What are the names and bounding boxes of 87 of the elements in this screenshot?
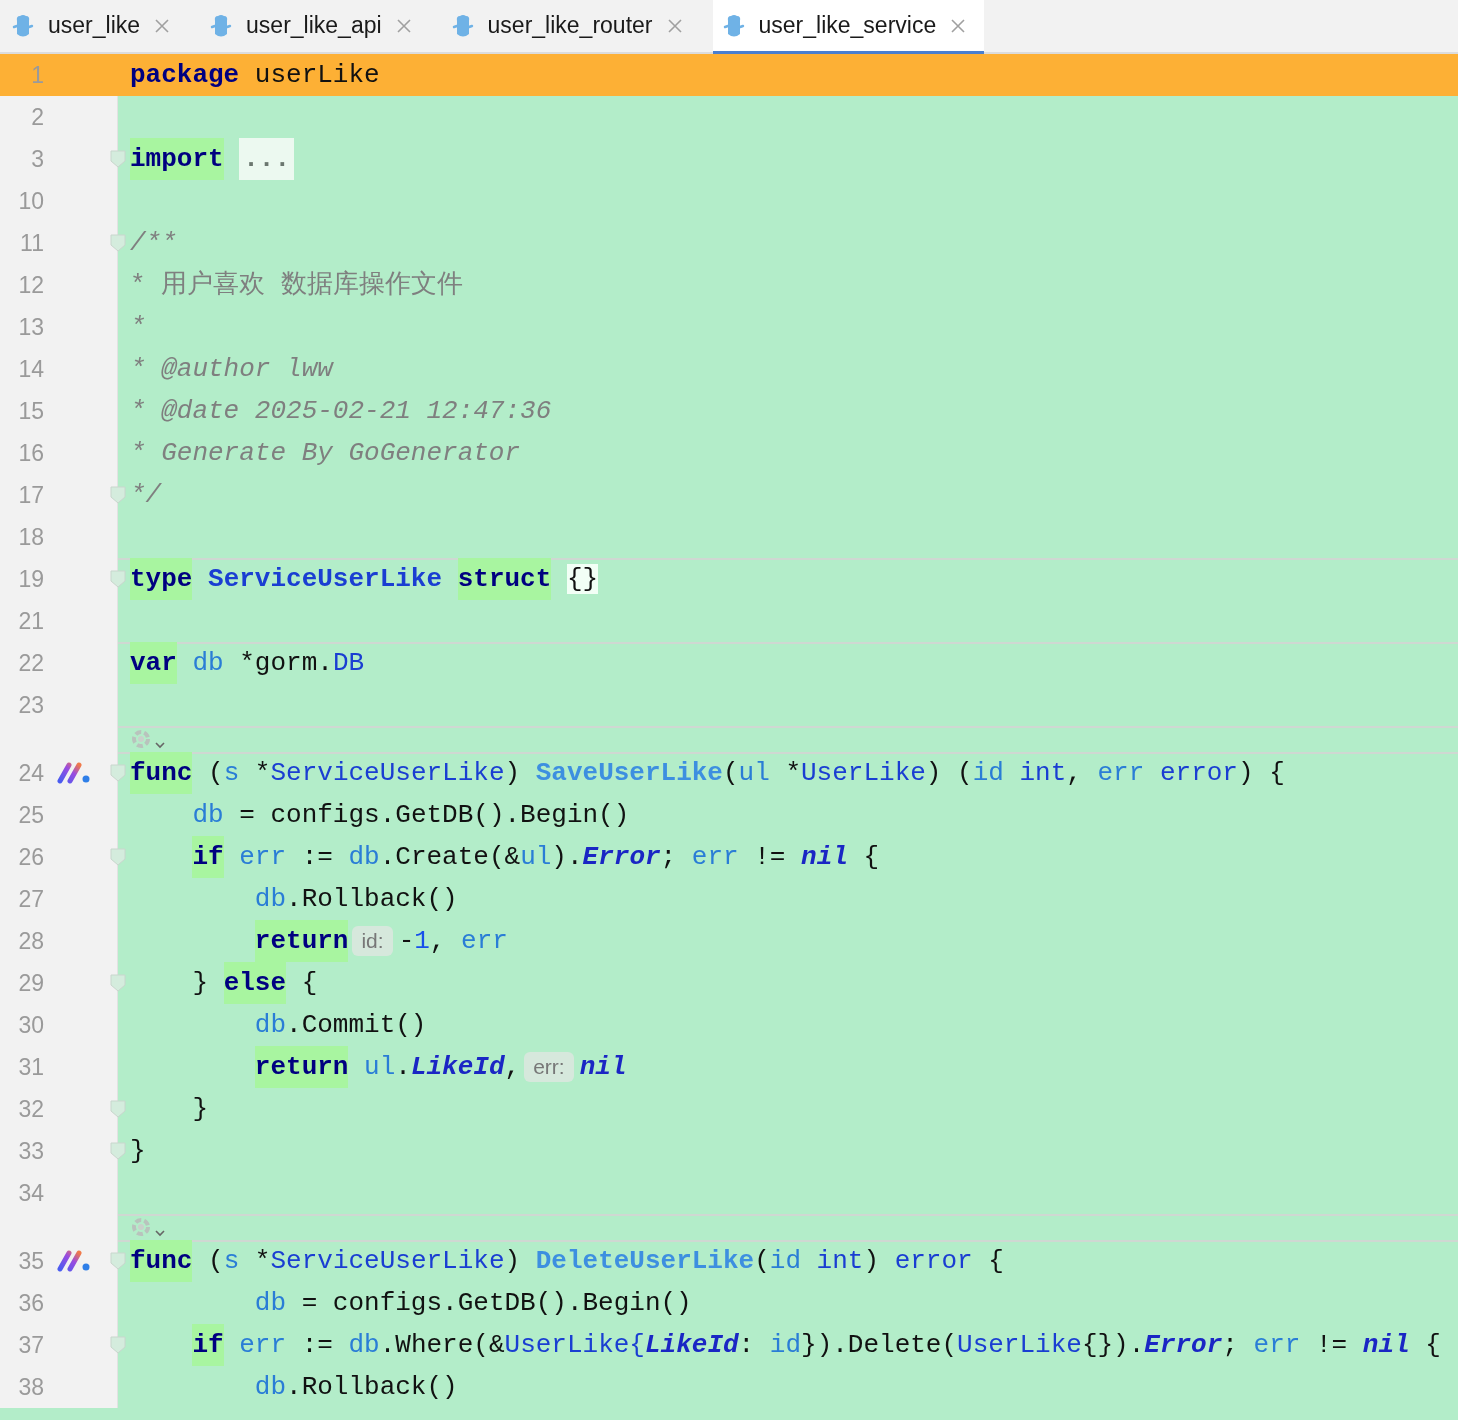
line-number: 36 — [17, 1289, 44, 1317]
line-number: 35 — [17, 1247, 44, 1275]
line-number: 3 — [30, 145, 44, 173]
fold-marker-icon[interactable] — [110, 1252, 126, 1270]
close-icon[interactable] — [950, 17, 967, 34]
line-number: 37 — [17, 1331, 44, 1359]
line-number: 15 — [17, 397, 44, 425]
code-text: */ — [130, 479, 162, 512]
line-number: 26 — [17, 843, 44, 871]
code-text: if err := db.Where(&UserLike{LikeId: id}).Delete(UserLike{}).Error; err != nil { — [192, 1324, 1441, 1366]
line-number: 23 — [17, 691, 44, 719]
code-text: var db *gorm.DB — [130, 642, 365, 684]
fold-marker-icon[interactable] — [110, 486, 126, 504]
line-number: 17 — [17, 481, 44, 509]
line-number: 18 — [17, 523, 44, 551]
chevron-down-icon[interactable] — [154, 740, 166, 750]
code-text: func (s *ServiceUserLike) SaveUserLike(ul *UserLike) (id int, err error) { — [130, 752, 1285, 794]
line-number: 21 — [17, 607, 44, 635]
code-text: db.Commit() — [254, 1009, 427, 1042]
fold-marker-icon[interactable] — [110, 1142, 126, 1160]
line-number: 38 — [17, 1373, 44, 1401]
chevron-down-icon[interactable] — [154, 1228, 166, 1238]
line-number: 1 — [30, 61, 44, 89]
code-text: } else { — [192, 962, 318, 1004]
line-number: 16 — [17, 439, 44, 467]
line-number: 34 — [17, 1179, 44, 1207]
tab[interactable]: user_like_api — [200, 0, 430, 54]
tab[interactable]: user_like_router — [441, 0, 701, 54]
inlay-hint: err: — [524, 1052, 574, 1082]
line-number: 30 — [17, 1011, 44, 1039]
code-text: db = configs.GetDB().Begin() — [254, 1287, 692, 1320]
line-number: 24 — [17, 759, 44, 787]
fold-marker-icon[interactable] — [110, 1100, 126, 1118]
file-type-icon — [12, 12, 34, 39]
line-number: 32 — [17, 1095, 44, 1123]
code-text: /** — [130, 227, 177, 260]
code-text: type ServiceUserLike struct {} — [130, 558, 599, 600]
line-number: 25 — [17, 801, 44, 829]
close-icon[interactable] — [395, 17, 412, 34]
line-number: 22 — [17, 649, 44, 677]
line-number: 10 — [17, 187, 44, 215]
code-text: * 用户喜欢 数据库操作文件 — [130, 269, 463, 302]
code-text: nil — [579, 1051, 627, 1084]
fold-marker-icon[interactable] — [110, 570, 126, 588]
code-text: db.Rollback() — [254, 1371, 458, 1404]
code-text: -1, err — [398, 925, 508, 958]
code-text: return ul.LikeId, — [254, 1046, 521, 1088]
fold-marker-icon[interactable] — [110, 1336, 126, 1354]
line-number: 19 — [17, 565, 44, 593]
line-number: 12 — [17, 271, 44, 299]
file-type-icon — [451, 12, 474, 39]
fold-marker-icon[interactable] — [110, 234, 126, 252]
code-text: return — [254, 920, 349, 962]
code-text: func (s *ServiceUserLike) DeleteUserLike(id int) error { — [130, 1240, 1004, 1282]
close-icon[interactable] — [154, 17, 171, 34]
line-number: 13 — [17, 313, 44, 341]
code-text: * @date 2025-02-21 12:47:36 — [130, 395, 552, 428]
tab[interactable]: user_like_service — [712, 0, 985, 54]
file-type-icon — [210, 12, 233, 39]
file-type-icon — [722, 12, 745, 39]
code-text: package userLike — [130, 59, 380, 92]
line-number: 11 — [19, 229, 44, 257]
fold-marker-icon[interactable] — [110, 764, 126, 782]
folded-code[interactable]: ... — [239, 138, 295, 180]
slanted-bars-icon[interactable] — [57, 1248, 91, 1274]
line-number: 29 — [17, 969, 44, 997]
line-number: 28 — [17, 927, 44, 955]
inlay-hint: id: — [352, 926, 393, 956]
fold-marker-icon[interactable] — [110, 974, 126, 992]
close-icon[interactable] — [666, 17, 683, 34]
tab[interactable]: user_like — [2, 0, 189, 54]
code-text: * @author lww — [130, 353, 333, 386]
code-text: * — [130, 311, 146, 344]
line-number: 2 — [30, 103, 44, 131]
code-text: if err := db.Create(&ul).Error; err != nil { — [192, 836, 880, 878]
code-text: db.Rollback() — [254, 883, 458, 916]
code-text: } — [192, 1093, 209, 1126]
slanted-bars-icon[interactable] — [57, 760, 91, 786]
line-number: 33 — [17, 1137, 44, 1165]
line-number: 31 — [17, 1053, 44, 1081]
line-number: 27 — [17, 885, 44, 913]
code-text: db = configs.GetDB().Begin() — [192, 799, 630, 832]
line-number: 14 — [17, 355, 44, 383]
fold-marker-icon[interactable] — [110, 848, 126, 866]
fold-marker-icon[interactable] — [110, 150, 126, 168]
code-text: * Generate By GoGenerator — [130, 437, 521, 470]
code-text: } — [130, 1135, 146, 1168]
